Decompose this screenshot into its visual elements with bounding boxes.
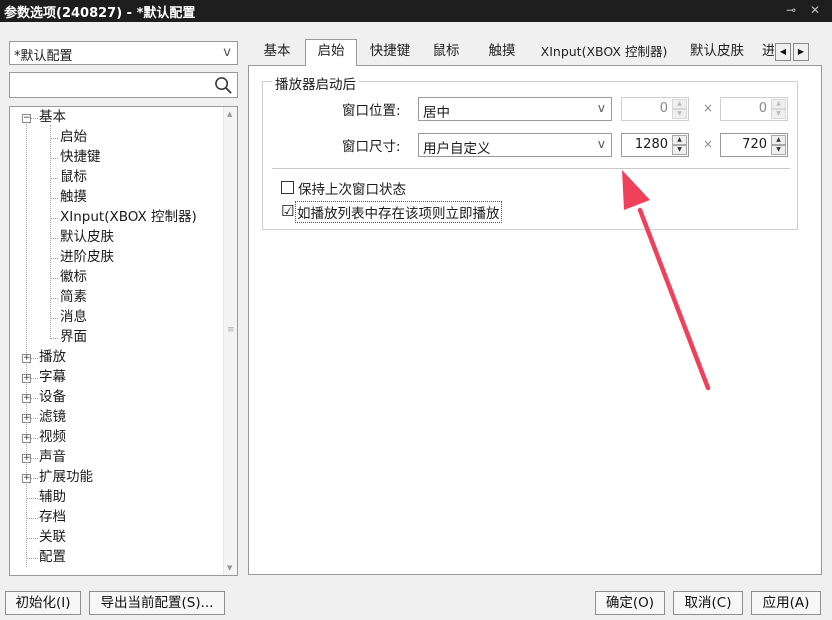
tree-item-xinput[interactable]: XInput(XBOX 控制器) bbox=[60, 207, 197, 227]
window-position-value: 居中 bbox=[423, 105, 450, 121]
tab-scroll-right-icon[interactable]: ▶ bbox=[793, 43, 809, 61]
width-spinner[interactable]: 1280 ▲ ▼ bbox=[621, 133, 689, 157]
tree-item-playback[interactable]: 播放 bbox=[39, 347, 66, 367]
title-bar: 参数选项(240827) - *默认配置 ⊸ ✕ bbox=[0, 0, 832, 22]
ok-button[interactable]: 确定(O) bbox=[595, 591, 665, 615]
times-icon: × bbox=[703, 137, 714, 151]
tree-item-accessibility[interactable]: 辅助 bbox=[39, 487, 66, 507]
cancel-button[interactable]: 取消(C) bbox=[673, 591, 743, 615]
tree-expander-basic[interactable]: − bbox=[22, 114, 31, 123]
tree-item-messages[interactable]: 消息 bbox=[60, 307, 87, 327]
tree-item-archive[interactable]: 存档 bbox=[39, 507, 66, 527]
spin-down-icon: ▼ bbox=[771, 109, 786, 119]
startup-group-title: 播放器启动后 bbox=[272, 73, 359, 93]
keep-window-state-label[interactable]: 保持上次窗口状态 bbox=[298, 178, 406, 198]
tab-basic[interactable]: 基本 bbox=[256, 40, 298, 65]
tab-startup[interactable]: 启始 bbox=[305, 39, 357, 66]
spin-up-icon[interactable]: ▲ bbox=[771, 135, 786, 145]
tree-item-extensions[interactable]: 扩展功能 bbox=[39, 467, 93, 487]
window-position-select[interactable]: 居中 v bbox=[418, 97, 612, 121]
divider bbox=[272, 168, 790, 169]
tree-expander-video[interactable]: + bbox=[22, 434, 31, 443]
tab-xinput[interactable]: XInput(XBOX 控制器) bbox=[535, 40, 673, 65]
tab-mouse[interactable]: 鼠标 bbox=[424, 40, 468, 65]
height-value: 720 bbox=[742, 137, 767, 152]
tree-item-basic[interactable]: 基本 bbox=[39, 107, 66, 127]
tree-scrollbar[interactable]: ▲ ≡ ▼ bbox=[223, 107, 237, 575]
search-icon[interactable] bbox=[214, 76, 233, 95]
tree-item-advanced-skin[interactable]: 进阶皮肤 bbox=[60, 247, 114, 267]
tree-item-video[interactable]: 视频 bbox=[39, 427, 66, 447]
tree-item-touch[interactable]: 触摸 bbox=[60, 187, 87, 207]
apply-button[interactable]: 应用(A) bbox=[751, 591, 821, 615]
tree-item-simple[interactable]: 简素 bbox=[60, 287, 87, 307]
position-y-spinner: 0 ▲ ▼ bbox=[720, 97, 788, 121]
window-title: 参数选项(240827) - *默认配置 bbox=[4, 6, 196, 21]
position-x-spinner: 0 ▲ ▼ bbox=[621, 97, 689, 121]
chevron-down-icon: v bbox=[597, 101, 605, 115]
window-size-value: 用户自定义 bbox=[423, 141, 491, 157]
tree-expander-playback[interactable]: + bbox=[22, 354, 31, 363]
close-icon[interactable]: ✕ bbox=[810, 3, 820, 17]
tree-item-default-skin[interactable]: 默认皮肤 bbox=[60, 227, 114, 247]
tab-default-skin[interactable]: 默认皮肤 bbox=[682, 40, 752, 65]
scroll-up-icon[interactable]: ▲ bbox=[227, 110, 232, 118]
tree-item-startup[interactable]: 启始 bbox=[60, 127, 87, 147]
tree-expander-audio[interactable]: + bbox=[22, 454, 31, 463]
search-input[interactable] bbox=[12, 75, 202, 95]
profile-select-value: *默认配置 bbox=[14, 49, 73, 64]
tab-scroll-left-icon[interactable]: ◀ bbox=[775, 43, 791, 61]
window-size-label: 窗口尺寸: bbox=[342, 139, 401, 155]
scroll-down-icon[interactable]: ▼ bbox=[227, 564, 232, 572]
tab-touch[interactable]: 触摸 bbox=[480, 40, 524, 65]
spin-down-icon: ▼ bbox=[672, 109, 687, 119]
search-box bbox=[9, 72, 238, 98]
tree-expander-extensions[interactable]: + bbox=[22, 474, 31, 483]
tree-expander-devices[interactable]: + bbox=[22, 394, 31, 403]
tree-item-interface[interactable]: 界面 bbox=[60, 327, 87, 347]
export-config-button[interactable]: 导出当前配置(S)... bbox=[89, 591, 225, 615]
settings-tree: − 基本 启始 快捷键 鼠标 触摸 XInput(XBOX 控制器) 默认皮肤 … bbox=[9, 106, 238, 576]
times-icon: × bbox=[703, 101, 714, 115]
tree-item-mouse[interactable]: 鼠标 bbox=[60, 167, 87, 187]
tree-item-config[interactable]: 配置 bbox=[39, 547, 66, 567]
window-position-label: 窗口位置: bbox=[342, 103, 401, 119]
tree-expander-filters[interactable]: + bbox=[22, 414, 31, 423]
play-if-in-playlist-label[interactable]: 如播放列表中存在该项则立即播放 bbox=[295, 201, 502, 223]
tab-advanced-skin[interactable]: 进 bbox=[762, 40, 774, 65]
tree-item-devices[interactable]: 设备 bbox=[39, 387, 66, 407]
chevron-down-icon: v bbox=[223, 45, 231, 60]
height-spinner[interactable]: 720 ▲ ▼ bbox=[720, 133, 788, 157]
tab-hotkeys[interactable]: 快捷键 bbox=[364, 40, 416, 65]
tree-item-logo[interactable]: 徽标 bbox=[60, 267, 87, 287]
play-if-in-playlist-checkbox[interactable]: ☑ bbox=[281, 204, 294, 219]
width-value: 1280 bbox=[634, 137, 668, 152]
spin-down-icon[interactable]: ▼ bbox=[672, 145, 687, 155]
spin-up-icon: ▲ bbox=[771, 99, 786, 109]
spin-down-icon[interactable]: ▼ bbox=[771, 145, 786, 155]
pin-icon[interactable]: ⊸ bbox=[786, 3, 796, 17]
window-size-select[interactable]: 用户自定义 v bbox=[418, 133, 612, 157]
tree-item-hotkeys[interactable]: 快捷键 bbox=[60, 147, 101, 167]
chevron-down-icon: v bbox=[597, 137, 605, 151]
reset-button[interactable]: 初始化(I) bbox=[5, 591, 81, 615]
spin-up-icon[interactable]: ▲ bbox=[672, 135, 687, 145]
tree-item-associations[interactable]: 关联 bbox=[39, 527, 66, 547]
tree-item-subtitles[interactable]: 字幕 bbox=[39, 367, 66, 387]
profile-select[interactable]: *默认配置 v bbox=[9, 41, 238, 65]
keep-window-state-checkbox[interactable] bbox=[281, 181, 294, 194]
tree-item-audio[interactable]: 声音 bbox=[39, 447, 66, 467]
spin-up-icon: ▲ bbox=[672, 99, 687, 109]
tree-item-filters[interactable]: 滤镜 bbox=[39, 407, 66, 427]
tree-expander-subtitles[interactable]: + bbox=[22, 374, 31, 383]
